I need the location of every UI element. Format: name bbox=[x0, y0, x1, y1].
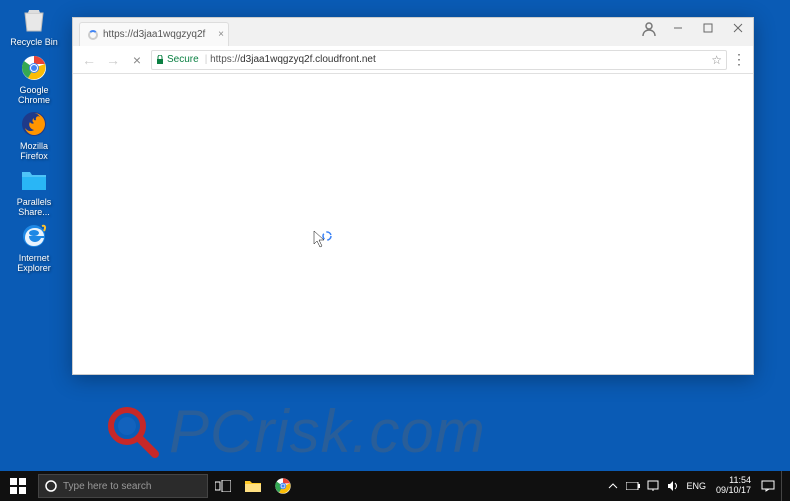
tray-chevron-icon[interactable] bbox=[606, 479, 620, 493]
secure-label: Secure bbox=[167, 54, 199, 65]
minimize-button[interactable] bbox=[663, 18, 693, 38]
windows-icon bbox=[10, 478, 26, 494]
window-controls bbox=[663, 18, 753, 38]
lock-icon bbox=[156, 55, 164, 65]
icon-label: Parallels Share... bbox=[6, 198, 62, 218]
clock-date: 09/10/17 bbox=[716, 486, 751, 496]
watermark-text: PCrisk.com bbox=[169, 397, 486, 466]
address-bar[interactable]: Secure | https://d3jaa1wqgzyq2f.cloudfro… bbox=[151, 50, 727, 70]
chrome-icon bbox=[18, 52, 50, 84]
forward-button[interactable]: → bbox=[103, 50, 123, 70]
back-button[interactable]: ← bbox=[79, 50, 99, 70]
folder-icon bbox=[18, 164, 50, 196]
taskbar: Type here to search ENG 11:54 09/10/17 bbox=[0, 471, 790, 501]
browser-window: https://d3jaa1wqgzyq2f × ← → × Secure | … bbox=[72, 17, 754, 375]
tray-language[interactable]: ENG bbox=[686, 481, 706, 491]
desktop-icon-ie[interactable]: Internet Explorer bbox=[6, 220, 62, 274]
chrome-menu-button[interactable]: ⋮ bbox=[731, 51, 747, 68]
browser-toolbar: ← → × Secure | https://d3jaa1wqgzyq2f.cl… bbox=[73, 46, 753, 74]
desktop-icon-firefox[interactable]: Mozilla Firefox bbox=[6, 108, 62, 162]
firefox-icon bbox=[18, 108, 50, 140]
url-scheme: https:// bbox=[210, 54, 240, 65]
browser-titlebar: https://d3jaa1wqgzyq2f × bbox=[73, 18, 753, 46]
desktop-icon-parallels[interactable]: Parallels Share... bbox=[6, 164, 62, 218]
close-button[interactable] bbox=[723, 18, 753, 38]
loading-spinner-icon bbox=[88, 30, 98, 40]
ie-icon bbox=[18, 220, 50, 252]
page-content bbox=[73, 74, 753, 374]
icon-label: Recycle Bin bbox=[10, 38, 58, 48]
desktop-icon-chrome[interactable]: Google Chrome bbox=[6, 52, 62, 106]
browser-tab[interactable]: https://d3jaa1wqgzyq2f × bbox=[79, 22, 229, 46]
magnifier-icon bbox=[105, 404, 161, 460]
show-desktop-button[interactable] bbox=[781, 471, 786, 501]
secure-indicator: Secure bbox=[156, 54, 199, 65]
icon-label: Internet Explorer bbox=[6, 254, 62, 274]
tab-title: https://d3jaa1wqgzyq2f bbox=[103, 29, 205, 40]
taskbar-file-explorer[interactable] bbox=[238, 471, 268, 501]
tray-network-icon[interactable] bbox=[646, 479, 660, 493]
tray-volume-icon[interactable] bbox=[666, 479, 680, 493]
tray-battery-icon[interactable] bbox=[626, 479, 640, 493]
tray-clock[interactable]: 11:54 09/10/17 bbox=[712, 476, 755, 496]
task-view-button[interactable] bbox=[208, 471, 238, 501]
watermark: PCrisk.com bbox=[105, 397, 486, 466]
action-center-icon[interactable] bbox=[761, 479, 775, 493]
bookmark-star-icon[interactable]: ☆ bbox=[711, 53, 722, 67]
cortana-icon bbox=[45, 480, 57, 492]
maximize-button[interactable] bbox=[693, 18, 723, 38]
start-button[interactable] bbox=[0, 471, 36, 501]
recycle-bin-icon bbox=[18, 4, 50, 36]
desktop-icon-recycle-bin[interactable]: Recycle Bin bbox=[6, 4, 62, 48]
icon-label: Google Chrome bbox=[6, 86, 62, 106]
tab-close-button[interactable]: × bbox=[218, 29, 224, 40]
taskbar-chrome[interactable] bbox=[268, 471, 298, 501]
search-placeholder: Type here to search bbox=[63, 481, 151, 492]
url-domain: d3jaa1wqgzyq2f.cloudfront.net bbox=[240, 54, 376, 65]
icon-label: Mozilla Firefox bbox=[6, 142, 62, 162]
system-tray: ENG 11:54 09/10/17 bbox=[606, 471, 790, 501]
cursor-loading-icon bbox=[313, 230, 329, 246]
stop-reload-button[interactable]: × bbox=[127, 50, 147, 70]
taskbar-search[interactable]: Type here to search bbox=[38, 474, 208, 498]
profile-icon[interactable] bbox=[640, 20, 658, 38]
